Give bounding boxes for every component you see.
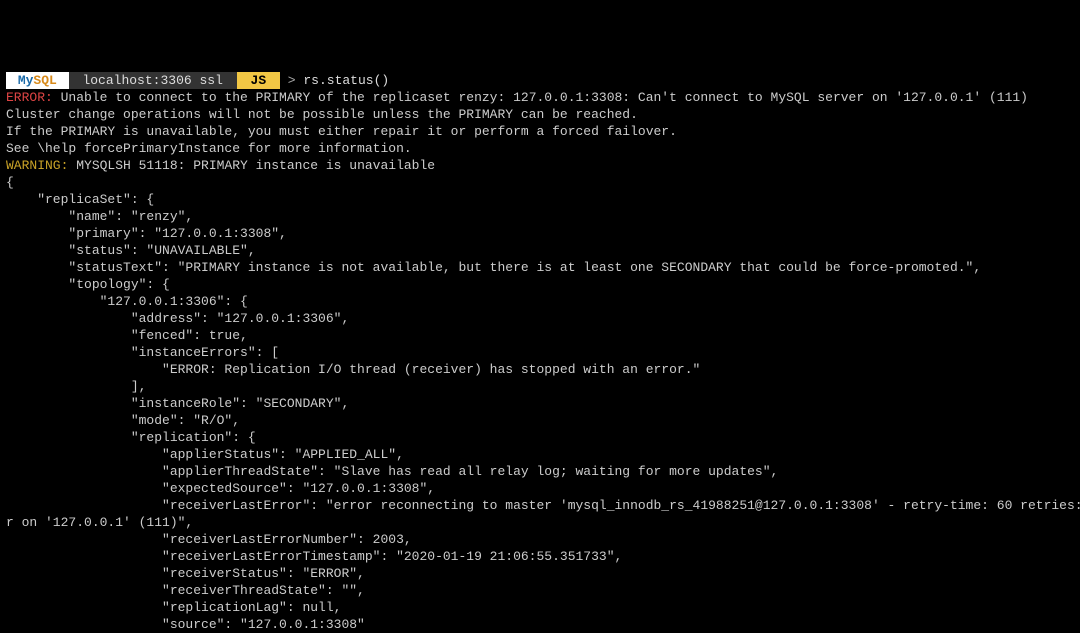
mode-text: JS [251,73,267,88]
json-line: "replication": { [6,430,256,445]
error-text-4: See \help forcePrimaryInstance for more … [6,141,412,156]
json-open-brace: { [6,175,14,190]
command-input[interactable]: rs.status() [303,73,389,88]
product-name-my: My [18,73,34,88]
warning-label: WARNING: [6,158,68,173]
json-line: "receiverLastErrorTimestamp": "2020-01-1… [6,549,630,564]
prompt-caret: > [288,73,296,88]
json-line: "replicationLag": null, [6,600,349,615]
error-text-2: Cluster change operations will not be po… [6,107,638,122]
json-line: "replicaSet": { [6,192,154,207]
json-line: "receiverLastError": "error reconnecting… [6,498,1080,513]
json-line: "receiverThreadState": "", [6,583,373,598]
json-line: "receiverStatus": "ERROR", [6,566,373,581]
json-line: "ERROR: Replication I/O thread (receiver… [6,362,700,377]
json-line: ], [6,379,154,394]
json-line: "source": "127.0.0.1:3308" [6,617,365,632]
json-line: "topology": { [6,277,170,292]
warning-text: MYSQLSH 51118: PRIMARY instance is unava… [68,158,435,173]
json-line: "mode": "R/O", [6,413,248,428]
shell-prompt[interactable]: MySQL localhost:3306 ssl JS > rs.status(… [6,73,389,88]
mysql-badge: MySQL [6,72,69,89]
host-badge: localhost:3306 ssl [69,72,237,89]
error-text-1: Unable to connect to the PRIMARY of the … [53,90,1028,105]
json-output: { "replicaSet": { "name": "renzy", "prim… [6,175,1080,632]
error-text-3: If the PRIMARY is unavailable, you must … [6,124,677,139]
error-label: ERROR: [6,90,53,105]
json-line: "status": "UNAVAILABLE", [6,243,263,258]
json-line: "applierThreadState": "Slave has read al… [6,464,786,479]
json-line: "fenced": true, [6,328,256,343]
host-text: localhost:3306 ssl [82,73,222,88]
json-line: "expectedSource": "127.0.0.1:3308", [6,481,443,496]
mode-badge: JS [237,72,280,89]
warning-block: WARNING: MYSQLSH 51118: PRIMARY instance… [6,158,435,173]
json-line: "receiverLastErrorNumber": 2003, [6,532,419,547]
json-line: "applierStatus": "APPLIED_ALL", [6,447,412,462]
error-block: ERROR: Unable to connect to the PRIMARY … [6,90,1028,156]
json-line: "primary": "127.0.0.1:3308", [6,226,295,241]
json-line: "instanceRole": "SECONDARY", [6,396,357,411]
json-line: "statusText": "PRIMARY instance is not a… [6,260,989,275]
json-line: "instanceErrors": [ [6,345,279,360]
product-name-sql: SQL [33,73,56,88]
json-line: "name": "renzy", [6,209,201,224]
json-line: r on '127.0.0.1' (111)", [6,515,201,530]
json-line: "address": "127.0.0.1:3306", [6,311,357,326]
json-line: "127.0.0.1:3306": { [6,294,248,309]
